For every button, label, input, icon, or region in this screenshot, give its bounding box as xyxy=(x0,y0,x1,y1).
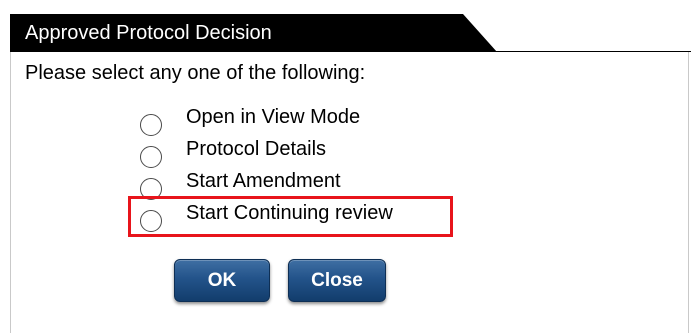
radio-protocol-details[interactable] xyxy=(140,146,162,168)
approved-protocol-decision-dialog: Approved Protocol Decision Please select… xyxy=(0,0,691,333)
close-button[interactable]: Close xyxy=(288,259,386,302)
radio-open-in-view-mode[interactable] xyxy=(140,114,162,136)
option-label: Protocol Details xyxy=(186,138,327,160)
dialog-title-bar: Approved Protocol Decision xyxy=(0,14,691,52)
selection-prompt: Please select any one of the following: xyxy=(25,62,366,84)
dialog-title: Approved Protocol Decision xyxy=(25,22,272,44)
ok-button[interactable]: OK xyxy=(174,259,270,302)
option-label: Open in View Mode xyxy=(186,106,361,128)
highlight-annotation-box xyxy=(128,196,453,237)
option-label: Start Amendment xyxy=(186,170,341,192)
